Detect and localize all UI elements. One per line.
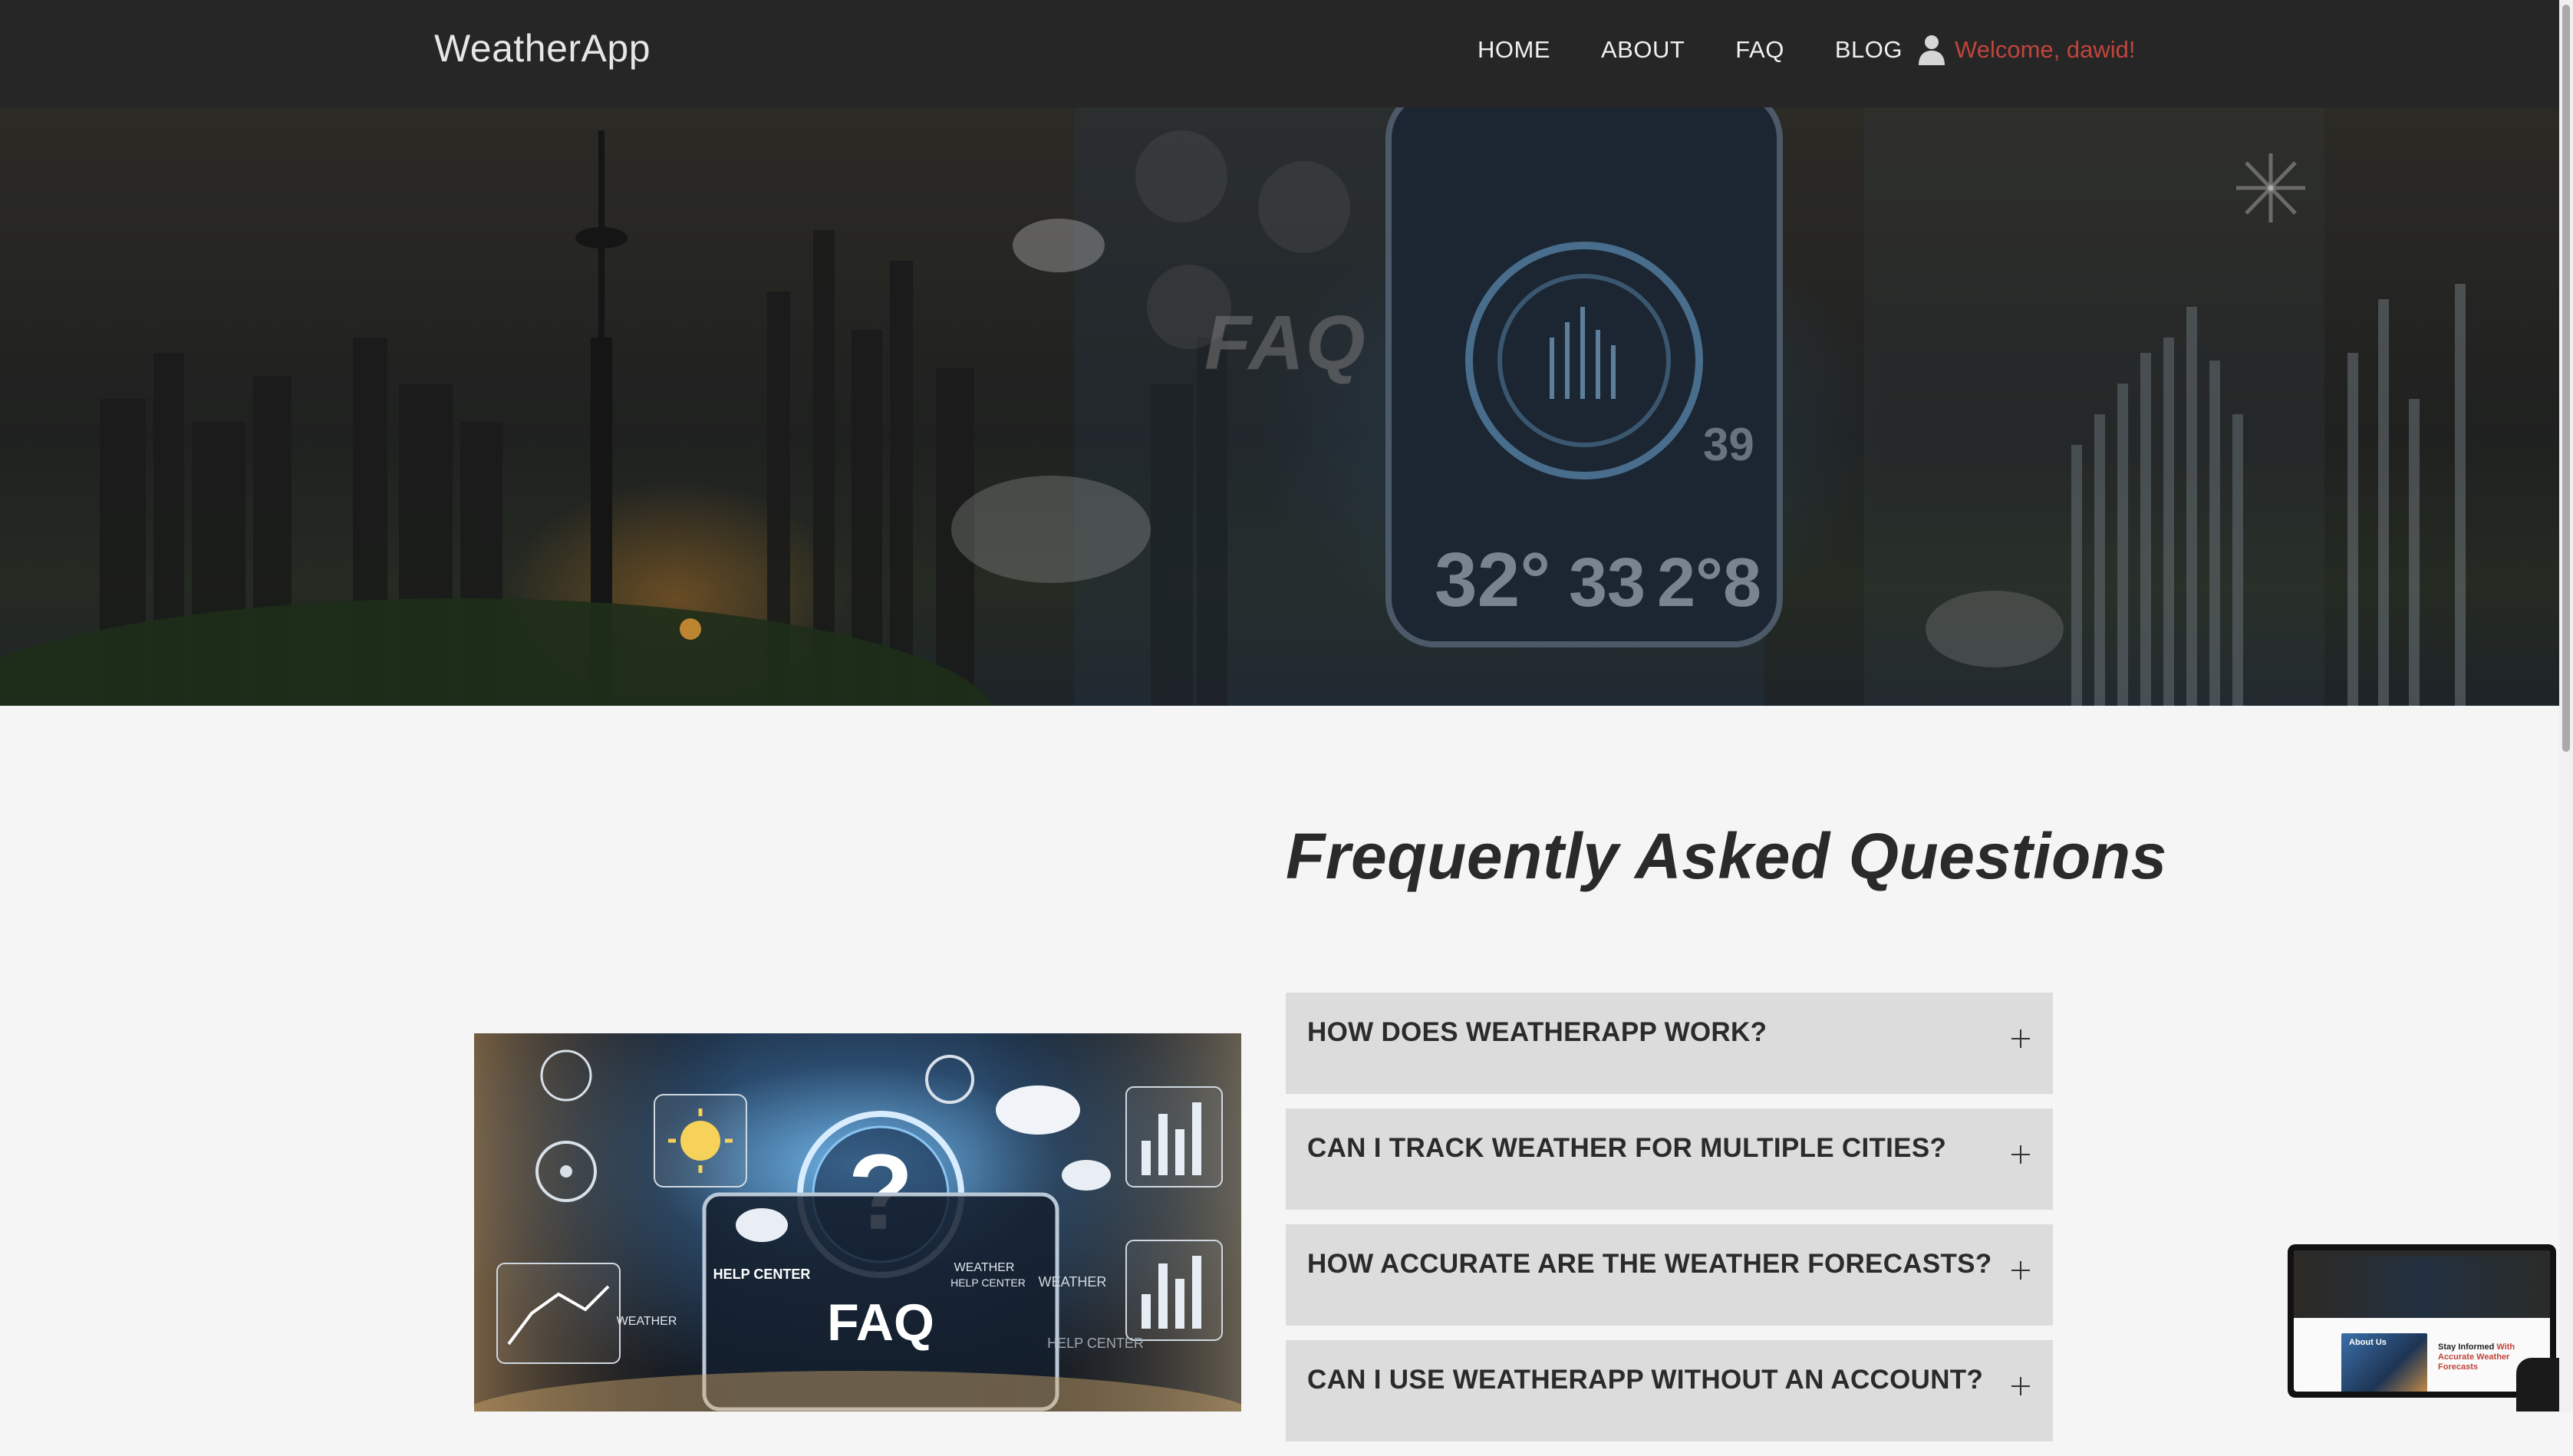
brand-logo[interactable]: WeatherApp bbox=[434, 26, 651, 71]
faq-image-label-2: WEATHER bbox=[617, 1315, 677, 1328]
faq-image-label-5: WEATHER bbox=[1039, 1274, 1107, 1290]
preview-heading: Stay Informed With Accurate Weather Fore… bbox=[2438, 1342, 2522, 1372]
preview-hero bbox=[2294, 1257, 2550, 1318]
faq-question: HOW DOES WEATHERAPP WORK? bbox=[1307, 1017, 1767, 1047]
scrollbar[interactable] bbox=[2559, 0, 2573, 1412]
hero-faq-text: FAQ bbox=[1204, 300, 1367, 386]
faq-item[interactable]: CAN I USE WEATHERAPP WITHOUT AN ACCOUNT? bbox=[1286, 1340, 2053, 1441]
user-icon bbox=[1919, 35, 1945, 65]
faq-illustration: ? FAQ HELP CENTER WEATHER WEATHER HELP C… bbox=[474, 1033, 1241, 1412]
faq-title: Frequently Asked Questions bbox=[1286, 820, 2167, 892]
nav-link-faq[interactable]: FAQ bbox=[1735, 36, 1784, 64]
faq-item[interactable]: CAN I TRACK WEATHER FOR MULTIPLE CITIES? bbox=[1286, 1108, 2053, 1210]
welcome-text: Welcome, dawid! bbox=[1955, 36, 2136, 63]
faq-image-label-4: HELP CENTER bbox=[950, 1276, 1026, 1289]
nav-link-home[interactable]: HOME bbox=[1478, 36, 1550, 64]
preview-line3: Forecasts bbox=[2438, 1362, 2478, 1372]
preview-navbar bbox=[2294, 1250, 2550, 1257]
faq-image-label-3: WEATHER bbox=[954, 1261, 1015, 1274]
faq-question: CAN I TRACK WEATHER FOR MULTIPLE CITIES? bbox=[1307, 1133, 1947, 1163]
faq-item[interactable]: HOW DOES WEATHERAPP WORK? bbox=[1286, 993, 2053, 1094]
faq-item[interactable]: HOW ACCURATE ARE THE WEATHER FORECASTS? bbox=[1286, 1224, 2053, 1326]
hero-illustration bbox=[0, 107, 2466, 706]
faq-accordion: HOW DOES WEATHERAPP WORK? CAN I TRACK WE… bbox=[1286, 993, 2053, 1456]
plus-icon[interactable] bbox=[2011, 1261, 2030, 1280]
preview-screen: About Us Stay Informed With Accurate Wea… bbox=[2294, 1250, 2550, 1392]
preview-tag: About Us bbox=[2349, 1338, 2387, 1347]
faq-question: CAN I USE WEATHERAPP WITHOUT AN ACCOUNT? bbox=[1307, 1365, 1984, 1395]
nav-link-about[interactable]: ABOUT bbox=[1601, 36, 1685, 64]
plus-icon[interactable] bbox=[2011, 1377, 2030, 1395]
hero-banner: FAQ 32° 33 2°8 39 bbox=[0, 107, 2559, 706]
user-welcome[interactable]: Welcome, dawid! bbox=[1918, 35, 2135, 65]
nav-link-blog[interactable]: BLOG bbox=[1835, 36, 1903, 64]
plus-icon[interactable] bbox=[2011, 1145, 2030, 1164]
preview-line1-red: With bbox=[2496, 1342, 2515, 1352]
navbar: WeatherApp HOME ABOUT FAQ BLOG Welcome, … bbox=[0, 0, 2559, 107]
faq-question: HOW ACCURATE ARE THE WEATHER FORECASTS? bbox=[1307, 1249, 1992, 1279]
plus-icon[interactable] bbox=[2011, 1029, 2030, 1048]
faq-image-center-text: FAQ bbox=[827, 1293, 934, 1352]
preview-line2: Accurate Weather bbox=[2438, 1352, 2510, 1362]
scrollbar-thumb[interactable] bbox=[2562, 5, 2570, 752]
preview-line1: Stay Informed bbox=[2438, 1342, 2495, 1352]
preview-image: About Us bbox=[2341, 1333, 2427, 1392]
nav-links: HOME ABOUT FAQ BLOG bbox=[1478, 36, 1953, 64]
faq-image-label-6: HELP CENTER bbox=[1047, 1336, 1144, 1351]
faq-image-label-1: HELP CENTER bbox=[713, 1267, 811, 1282]
